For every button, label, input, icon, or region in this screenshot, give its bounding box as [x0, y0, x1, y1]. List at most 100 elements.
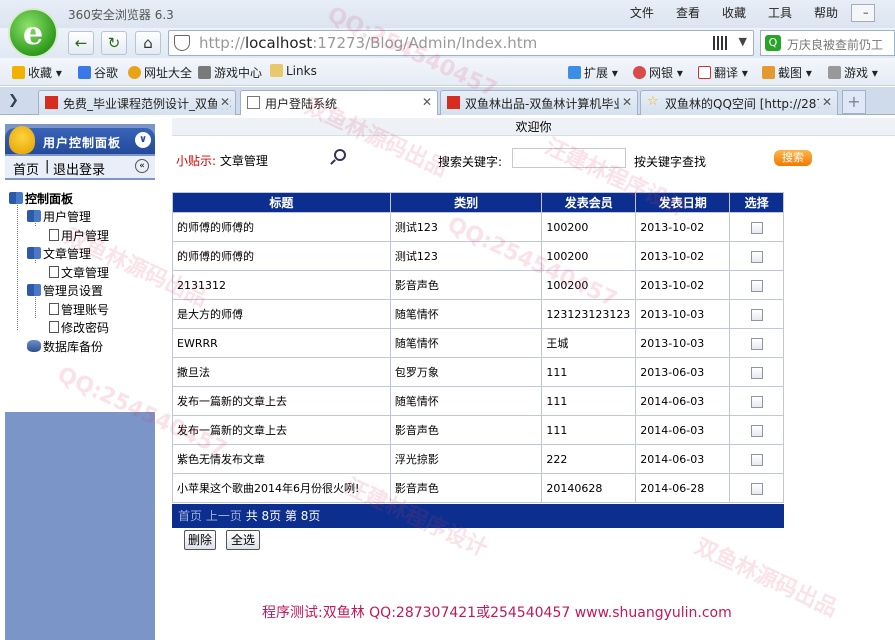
search-engine-icon[interactable]: Q: [765, 35, 781, 51]
close-tab-icon[interactable]: ✕: [216, 95, 230, 109]
bookmark-game-center[interactable]: 游戏中心: [198, 64, 262, 81]
cell-title: 2131312: [172, 270, 391, 300]
browser-logo-icon: e: [8, 8, 58, 58]
cell-select: [729, 212, 784, 242]
delete-button[interactable]: 删除: [184, 530, 216, 550]
toolbar-extensions[interactable]: 扩展 ▾: [568, 64, 618, 81]
page-icon: [49, 303, 59, 315]
gamepad-icon: [198, 66, 211, 79]
tree-article-management-item[interactable]: 文章管理: [49, 264, 109, 281]
chevron-down-icon[interactable]: ▼: [739, 35, 747, 48]
browser-title: 360安全浏览器 6.3: [68, 8, 174, 22]
table-row: 是大方的师傅 随笔情怀 123123123123 2013-10-03: [172, 299, 784, 329]
cell-member: 123123123123: [541, 299, 637, 329]
menu-view[interactable]: 查看: [665, 4, 711, 22]
tree-database-backup[interactable]: 数据库备份: [27, 338, 103, 355]
tab-template-site[interactable]: 免费_毕业课程范例设计_双鱼林 ✕: [38, 90, 236, 115]
star-icon: ☆: [647, 94, 659, 109]
row-checkbox[interactable]: [750, 308, 763, 321]
tree-admin-account[interactable]: 管理账号: [49, 301, 109, 318]
cell-date: 2013-10-03: [635, 328, 731, 358]
row-checkbox[interactable]: [750, 482, 763, 495]
bookmarks-bar: 收藏 ▾ 谷歌 网址大全 游戏中心 Links 扩展 ▾ 网银 ▾ 翻译 ▾ 截…: [0, 58, 895, 86]
tree-admin-settings[interactable]: 管理员设置: [27, 282, 103, 299]
row-checkbox[interactable]: [750, 250, 763, 263]
new-tab-icon[interactable]: +: [842, 90, 866, 114]
table-row: 小苹果这个歌曲2014年6月份很火咧! 影音声色 20140628 2014-06-2…: [172, 473, 784, 503]
cell-category: 测试123: [389, 241, 543, 271]
pager-total: 共 8页: [245, 509, 282, 523]
back-arrow-icon[interactable]: ←: [68, 31, 94, 55]
row-checkbox[interactable]: [750, 337, 763, 350]
close-tab-icon[interactable]: ✕: [618, 95, 632, 109]
row-checkbox[interactable]: [750, 424, 763, 437]
select-all-button[interactable]: 全选: [226, 530, 260, 550]
cell-title: 发布一篇新的文章上去: [172, 386, 391, 416]
extensions-icon: [568, 66, 581, 79]
bookmark-links[interactable]: Links: [270, 64, 317, 78]
logout-link[interactable]: 退出登录: [53, 159, 105, 178]
browser-search-input[interactable]: Q 万庆良被查前仍工: [760, 30, 895, 56]
cell-category: 随笔情怀: [389, 328, 543, 358]
cell-date: 2013-10-02: [635, 270, 731, 300]
tab-login-system[interactable]: 用户登陆系统 ✕: [240, 90, 438, 115]
cell-date: 2013-06-03: [635, 357, 731, 387]
qr-code-icon[interactable]: [713, 36, 727, 50]
cell-member: 20140628: [541, 473, 637, 503]
toolbar-translate[interactable]: 翻译 ▾: [698, 64, 748, 81]
tree-change-password[interactable]: 修改密码: [49, 319, 109, 336]
site-favicon-icon: [447, 96, 460, 109]
tree-article-management[interactable]: 文章管理: [27, 245, 91, 262]
row-checkbox[interactable]: [750, 366, 763, 379]
cell-date: 2014-06-03: [635, 386, 731, 416]
main-panel: 欢迎你 小贴示: 文章管理 搜索关键字: 按关键字查找 搜索 标题 类别 发表会…: [172, 116, 895, 640]
tree-user-management[interactable]: 用户管理: [27, 208, 91, 225]
cell-select: [729, 444, 784, 474]
pager-first[interactable]: 首页: [178, 509, 202, 523]
row-checkbox[interactable]: [750, 279, 763, 292]
tab-graduation-project[interactable]: 双鱼林出品-双鱼林计算机毕业 ✕: [440, 90, 638, 115]
tab-bar: ❯ 免费_毕业课程范例设计_双鱼林 ✕ 用户登陆系统 ✕ 双鱼林出品-双鱼林计算机毕…: [0, 87, 895, 115]
cell-date: 2014-06-28: [635, 473, 731, 503]
sidebar-toggle-icon[interactable]: ❯: [8, 93, 19, 108]
row-checkbox[interactable]: [750, 453, 763, 466]
cell-select: [729, 299, 784, 329]
row-checkbox[interactable]: [750, 395, 763, 408]
home-icon[interactable]: ⌂: [135, 31, 161, 55]
footer-credit: 程序测试:双鱼林 QQ:287307421或254540457 www.shua…: [262, 605, 732, 621]
shield-icon: [174, 35, 190, 51]
keyword-input[interactable]: [512, 148, 626, 168]
bookmark-site-directory[interactable]: 网址大全: [128, 64, 192, 81]
chevron-collapse-icon[interactable]: ∨: [135, 132, 151, 148]
magnifier-icon: [334, 149, 346, 161]
address-bar[interactable]: http://localhost:17273/Blog/Admin/Index.…: [168, 30, 754, 56]
refresh-icon[interactable]: ↻: [101, 31, 127, 55]
menu-favorites[interactable]: 收藏: [711, 4, 757, 22]
menu-tools[interactable]: 工具: [757, 4, 803, 22]
pager-current: 第 8页: [284, 509, 321, 523]
bookmark-favorites[interactable]: 收藏 ▾: [12, 64, 62, 81]
close-tab-icon[interactable]: ✕: [418, 95, 432, 109]
minimize-icon[interactable]: –: [851, 4, 875, 22]
cell-date: 2014-06-03: [635, 415, 731, 445]
bookmark-google[interactable]: 谷歌: [78, 64, 118, 81]
tab-qq-space[interactable]: ☆ 双鱼林的QQ空间 [http://287 ✕: [640, 90, 838, 115]
pager-prev[interactable]: 上一页: [206, 509, 242, 523]
home-link[interactable]: 首页: [13, 159, 39, 178]
toolbar-games[interactable]: 游戏 ▾: [828, 64, 878, 81]
cell-date: 2013-10-03: [635, 299, 731, 329]
tree-user-management-item[interactable]: 用户管理: [49, 227, 109, 244]
toolbar-screenshot[interactable]: 截图 ▾: [762, 64, 812, 81]
menu-help[interactable]: 帮助: [803, 4, 849, 22]
tree-control-panel[interactable]: 控制面板: [9, 190, 73, 207]
close-tab-icon[interactable]: ✕: [818, 95, 832, 109]
toolbar-netbank[interactable]: 网银 ▾: [633, 64, 683, 81]
row-checkbox[interactable]: [750, 221, 763, 234]
menu-file[interactable]: 文件: [619, 4, 665, 22]
gamepad-icon: [828, 66, 841, 79]
cell-category: 影音声色: [389, 270, 543, 300]
database-icon: [27, 340, 41, 352]
search-button[interactable]: 搜索: [774, 150, 812, 166]
collapse-icon[interactable]: «: [135, 159, 149, 173]
sidebar-tree: 控制面板 用户管理 用户管理 文章管理 文章管理 管理员设置 管理账号 修改密码…: [5, 180, 155, 412]
